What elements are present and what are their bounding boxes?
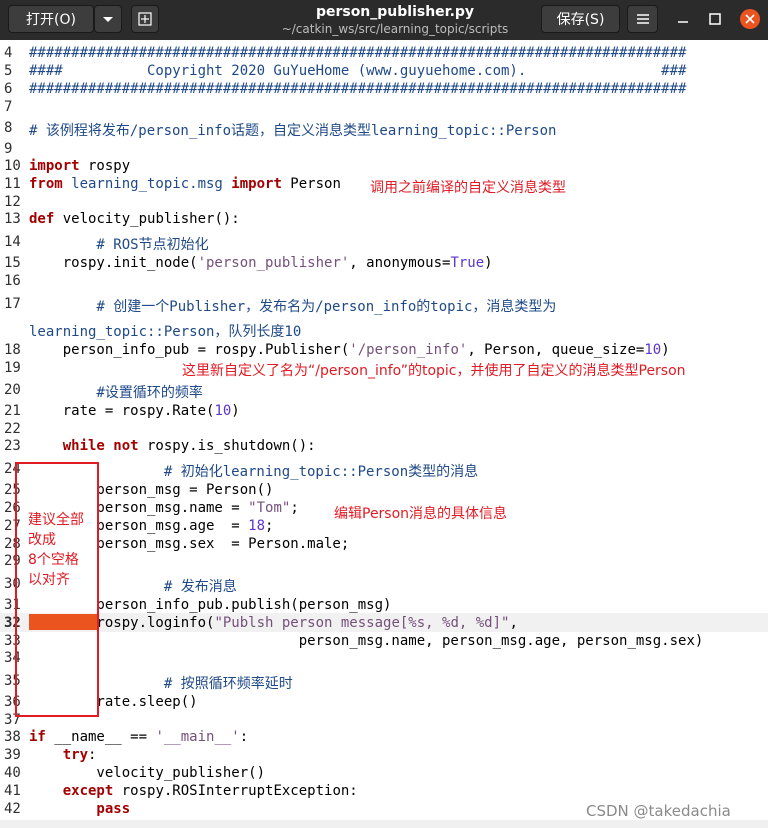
line-comment-text: # ROS节点初始化 — [29, 237, 209, 253]
line-number: 13 — [4, 211, 21, 227]
line-comment-text: #### Copyright 2020 GuYueHome (www.guyue… — [29, 63, 687, 79]
code-line-10: import rospy — [29, 158, 131, 174]
line-number: 4 — [4, 45, 13, 61]
code-line-13: def velocity_publisher(): — [29, 211, 240, 227]
line-number: 41 — [4, 783, 21, 799]
code-line-41: except rospy.ROSInterruptException: — [29, 783, 358, 799]
code-line-11: from learning_topic.msg import Person — [29, 176, 341, 192]
line-number: 38 — [4, 729, 21, 745]
line-number: 7 — [4, 99, 13, 115]
line-comment-text: # 创建一个Publisher，发布名为/person_info的topic，消… — [29, 299, 557, 315]
annotation-edit-msg: 编辑Person消息的具体信息 — [334, 506, 508, 522]
line-number: 21 — [4, 403, 21, 419]
annotation-indent-line-4: 以对齐 — [28, 572, 70, 588]
line-comment-text: #设置循环的频率 — [29, 385, 203, 401]
line-comment-text: ########################################… — [29, 81, 687, 97]
line-number: 8 — [4, 120, 13, 136]
line-number: 20 — [4, 382, 21, 398]
line-number: 16 — [4, 273, 21, 289]
line-comment-text: ########################################… — [29, 45, 687, 61]
code-line-32: rospy.loginfo("Publsh person message[%s,… — [29, 615, 518, 631]
annotation-indent-line-3: 8个空格 — [28, 552, 79, 568]
code-line-18: person_info_pub = rospy.Publisher('/pers… — [29, 342, 670, 358]
line-number: 18 — [4, 342, 21, 358]
code-line-33: person_msg.name, person_msg.age, person_… — [29, 633, 704, 649]
annotation-indent-line-2: 改成 — [28, 532, 56, 548]
line-number: 9 — [4, 141, 13, 157]
line-number: 23 — [4, 438, 21, 454]
annotation-topic: 这里新自定义了名为“/person_info”的topic，并使用了自定义的消息… — [182, 363, 686, 379]
text-editor[interactable]: 4 #######################################… — [0, 0, 768, 828]
code-line-40: velocity_publisher() — [29, 765, 266, 781]
line-number: 14 — [4, 234, 21, 250]
annotation-indent-advice: 建议全部 改成 8个空格 以对齐 — [28, 510, 84, 590]
line-number: 12 — [4, 194, 21, 210]
line-number: 40 — [4, 765, 21, 781]
annotation-custom-msg: 调用之前编译的自定义消息类型 — [370, 180, 566, 196]
watermark: CSDN @takedachia — [586, 802, 731, 820]
line-number: 6 — [4, 81, 13, 97]
line-number: 39 — [4, 747, 21, 763]
code-line-23: while not rospy.is_shutdown(): — [29, 438, 316, 454]
line-comment-text: # 该例程将发布/person_info话题，自定义消息类型learning_t… — [29, 123, 557, 139]
line-number: 15 — [4, 255, 21, 271]
code-line-42: pass — [29, 801, 131, 817]
code-line-15: rospy.init_node('person_publisher', anon… — [29, 255, 493, 271]
code-line-21: rate = rospy.Rate(10) — [29, 403, 240, 419]
code-line-39: try: — [29, 747, 97, 763]
line-number: 42 — [4, 801, 21, 817]
line-number: 5 — [4, 63, 13, 79]
line-comment-text: learning_topic::Person，队列长度10 — [29, 324, 302, 340]
line-number: 22 — [4, 421, 21, 437]
line-number: 17 — [4, 296, 21, 312]
line-number: 19 — [4, 360, 21, 376]
status-bar — [0, 820, 768, 828]
line-number: 11 — [4, 176, 21, 192]
annotation-indent-line-1: 建议全部 — [28, 512, 84, 528]
code-line-38: if __name__ == '__main__': — [29, 729, 249, 745]
line-number: 10 — [4, 158, 21, 174]
